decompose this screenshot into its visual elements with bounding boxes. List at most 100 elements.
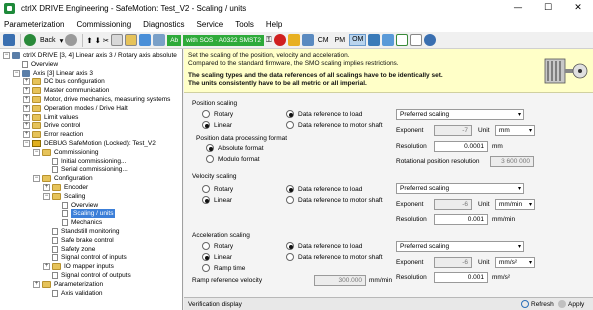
- position-linear-radio[interactable]: Linear: [202, 121, 232, 129]
- collapse-icon[interactable]: −: [43, 192, 50, 200]
- expand-icon[interactable]: +: [23, 122, 30, 130]
- velocity-ref-load-radio[interactable]: Data reference to load: [286, 185, 362, 193]
- expand-icon[interactable]: +: [43, 184, 50, 191]
- position-ref-motor-radio[interactable]: Data reference to motor shaft: [286, 121, 383, 129]
- cm-button[interactable]: CM: [316, 34, 331, 47]
- chevron-down-icon[interactable]: ▾: [60, 34, 64, 47]
- tree-item[interactable]: + Master communication: [23, 86, 109, 95]
- collapse-icon[interactable]: −: [23, 140, 30, 147]
- tree-item[interactable]: + IO mapper inputs: [43, 262, 114, 271]
- expand-icon[interactable]: +: [23, 87, 30, 95]
- acceleration-ref-load-radio[interactable]: Data reference to load: [286, 242, 362, 250]
- position-unit-select[interactable]: mm ▾: [495, 125, 535, 136]
- list-icon[interactable]: [410, 34, 423, 47]
- tree-item[interactable]: + Parameterization: [33, 280, 103, 289]
- maximize-button[interactable]: ☐: [533, 0, 563, 17]
- collapse-icon[interactable]: −: [3, 52, 10, 59]
- tree-item[interactable]: + DC bus configuration: [23, 77, 105, 86]
- close-button[interactable]: ✕: [563, 0, 593, 17]
- acceleration-ref-motor-radio[interactable]: Data reference to motor shaft: [286, 253, 383, 261]
- position-scaling-select[interactable]: Preferred scaling ▾: [396, 109, 524, 120]
- acceleration-unit-select[interactable]: mm/s² ▾: [495, 257, 535, 268]
- collapse-icon[interactable]: −: [13, 69, 20, 77]
- tree-item[interactable]: Overview: [13, 60, 58, 69]
- monitor-icon[interactable]: [301, 34, 314, 47]
- ab-button[interactable]: Ab: [167, 34, 182, 46]
- expand-icon[interactable]: +: [23, 113, 30, 121]
- tree-item[interactable]: − DEBUG SafeMotion (Locked): Test_V2: [23, 139, 156, 148]
- collapse-icon[interactable]: −: [33, 148, 40, 156]
- menu-tools[interactable]: Tools: [235, 20, 254, 29]
- acceleration-resolution-field[interactable]: 0.001: [434, 272, 488, 283]
- position-rotary-radio[interactable]: Rotary: [202, 110, 233, 118]
- forward-icon[interactable]: [65, 34, 78, 47]
- expand-icon[interactable]: +: [23, 104, 30, 112]
- acceleration-scaling-select[interactable]: Preferred scaling ▾: [396, 241, 524, 252]
- tree-item[interactable]: Signal control of outputs: [43, 271, 131, 280]
- up-arrow-icon[interactable]: ⬆: [86, 34, 92, 47]
- tree-item[interactable]: − ctrlX DRIVE [3, 4] Linear axis 3 / Rota…: [3, 51, 177, 60]
- position-ref-load-radio[interactable]: Data reference to load: [286, 110, 362, 118]
- tree-item[interactable]: + Limit values: [23, 113, 78, 122]
- position-resolution-field[interactable]: 0.0001: [434, 141, 488, 152]
- tree-item[interactable]: − Configuration: [33, 174, 93, 183]
- expand-icon[interactable]: +: [23, 96, 30, 103]
- help-icon[interactable]: [424, 34, 437, 47]
- menu-service[interactable]: Service: [197, 20, 224, 29]
- expand-icon[interactable]: +: [43, 263, 50, 271]
- error-icon[interactable]: [273, 34, 286, 47]
- settings-icon[interactable]: [153, 34, 166, 47]
- cut-icon[interactable]: ✂: [103, 34, 109, 47]
- window-icon[interactable]: [382, 34, 395, 47]
- tree-item[interactable]: + Encoder: [43, 183, 88, 192]
- tree-item[interactable]: Safe brake control: [43, 236, 114, 245]
- tree-item[interactable]: Mechanics: [53, 218, 102, 227]
- tree-item[interactable]: Axis validation: [43, 289, 103, 298]
- om-button[interactable]: OM: [349, 34, 367, 46]
- menu-diagnostics[interactable]: Diagnostics: [143, 20, 184, 29]
- tree-item-selected[interactable]: Scaling / units: [53, 209, 116, 219]
- key-icon[interactable]: ⚿: [266, 34, 272, 47]
- velocity-ref-motor-radio[interactable]: Data reference to motor shaft: [286, 196, 383, 204]
- tree-item[interactable]: Standstill monitoring: [43, 227, 120, 236]
- tree-item[interactable]: + Error reaction: [23, 130, 83, 139]
- collapse-icon[interactable]: −: [33, 175, 40, 183]
- tree-item[interactable]: − Scaling: [43, 192, 85, 201]
- menu-help[interactable]: Help: [266, 20, 282, 29]
- pm-button[interactable]: PM: [333, 34, 348, 47]
- tree-item[interactable]: + Motor, drive mechanics, measuring syste…: [23, 95, 170, 104]
- network-icon[interactable]: [139, 34, 152, 47]
- warning-icon[interactable]: [287, 34, 300, 47]
- chart-icon[interactable]: [368, 34, 381, 47]
- back-button[interactable]: Back: [38, 34, 58, 47]
- acceleration-ramp-time-radio[interactable]: Ramp time: [202, 264, 245, 272]
- tree-item[interactable]: Signal control of inputs: [43, 253, 127, 262]
- checklist-icon[interactable]: [396, 34, 409, 47]
- modulo-format-radio[interactable]: Modulo format: [206, 155, 260, 163]
- menu-commissioning[interactable]: Commissioning: [76, 20, 131, 29]
- velocity-unit-select[interactable]: mm/min ▾: [495, 199, 535, 210]
- acceleration-linear-radio[interactable]: Linear: [202, 253, 232, 261]
- tree-item[interactable]: Safety zone: [43, 245, 95, 254]
- back-icon[interactable]: [24, 34, 36, 47]
- velocity-linear-radio[interactable]: Linear: [202, 196, 232, 204]
- expand-icon[interactable]: +: [23, 78, 30, 86]
- tree-item[interactable]: + Drive control: [23, 121, 80, 130]
- sos-status-button[interactable]: with SOS · A0322 SMST2: [183, 34, 264, 46]
- absolute-format-radio[interactable]: Absolute format: [206, 144, 264, 152]
- tree-item[interactable]: Serial commissioning...: [43, 165, 128, 174]
- velocity-scaling-select[interactable]: Preferred scaling ▾: [396, 183, 524, 194]
- minimize-button[interactable]: —: [503, 0, 533, 17]
- tree-item[interactable]: Overview: [53, 201, 98, 210]
- acceleration-rotary-radio[interactable]: Rotary: [202, 242, 233, 250]
- paste-icon[interactable]: [125, 34, 138, 47]
- tree-item[interactable]: − Commissioning: [33, 148, 98, 157]
- velocity-rotary-radio[interactable]: Rotary: [202, 185, 233, 193]
- save-icon[interactable]: [3, 34, 15, 47]
- tree-item[interactable]: Initial commissioning...: [43, 157, 126, 166]
- menu-parameterization[interactable]: Parameterization: [4, 20, 64, 29]
- refresh-button[interactable]: Refresh: [521, 300, 554, 308]
- tree-item[interactable]: − Axis [3] Linear axis 3: [13, 69, 93, 78]
- velocity-resolution-field[interactable]: 0.001: [434, 214, 488, 225]
- expand-icon[interactable]: +: [33, 280, 40, 288]
